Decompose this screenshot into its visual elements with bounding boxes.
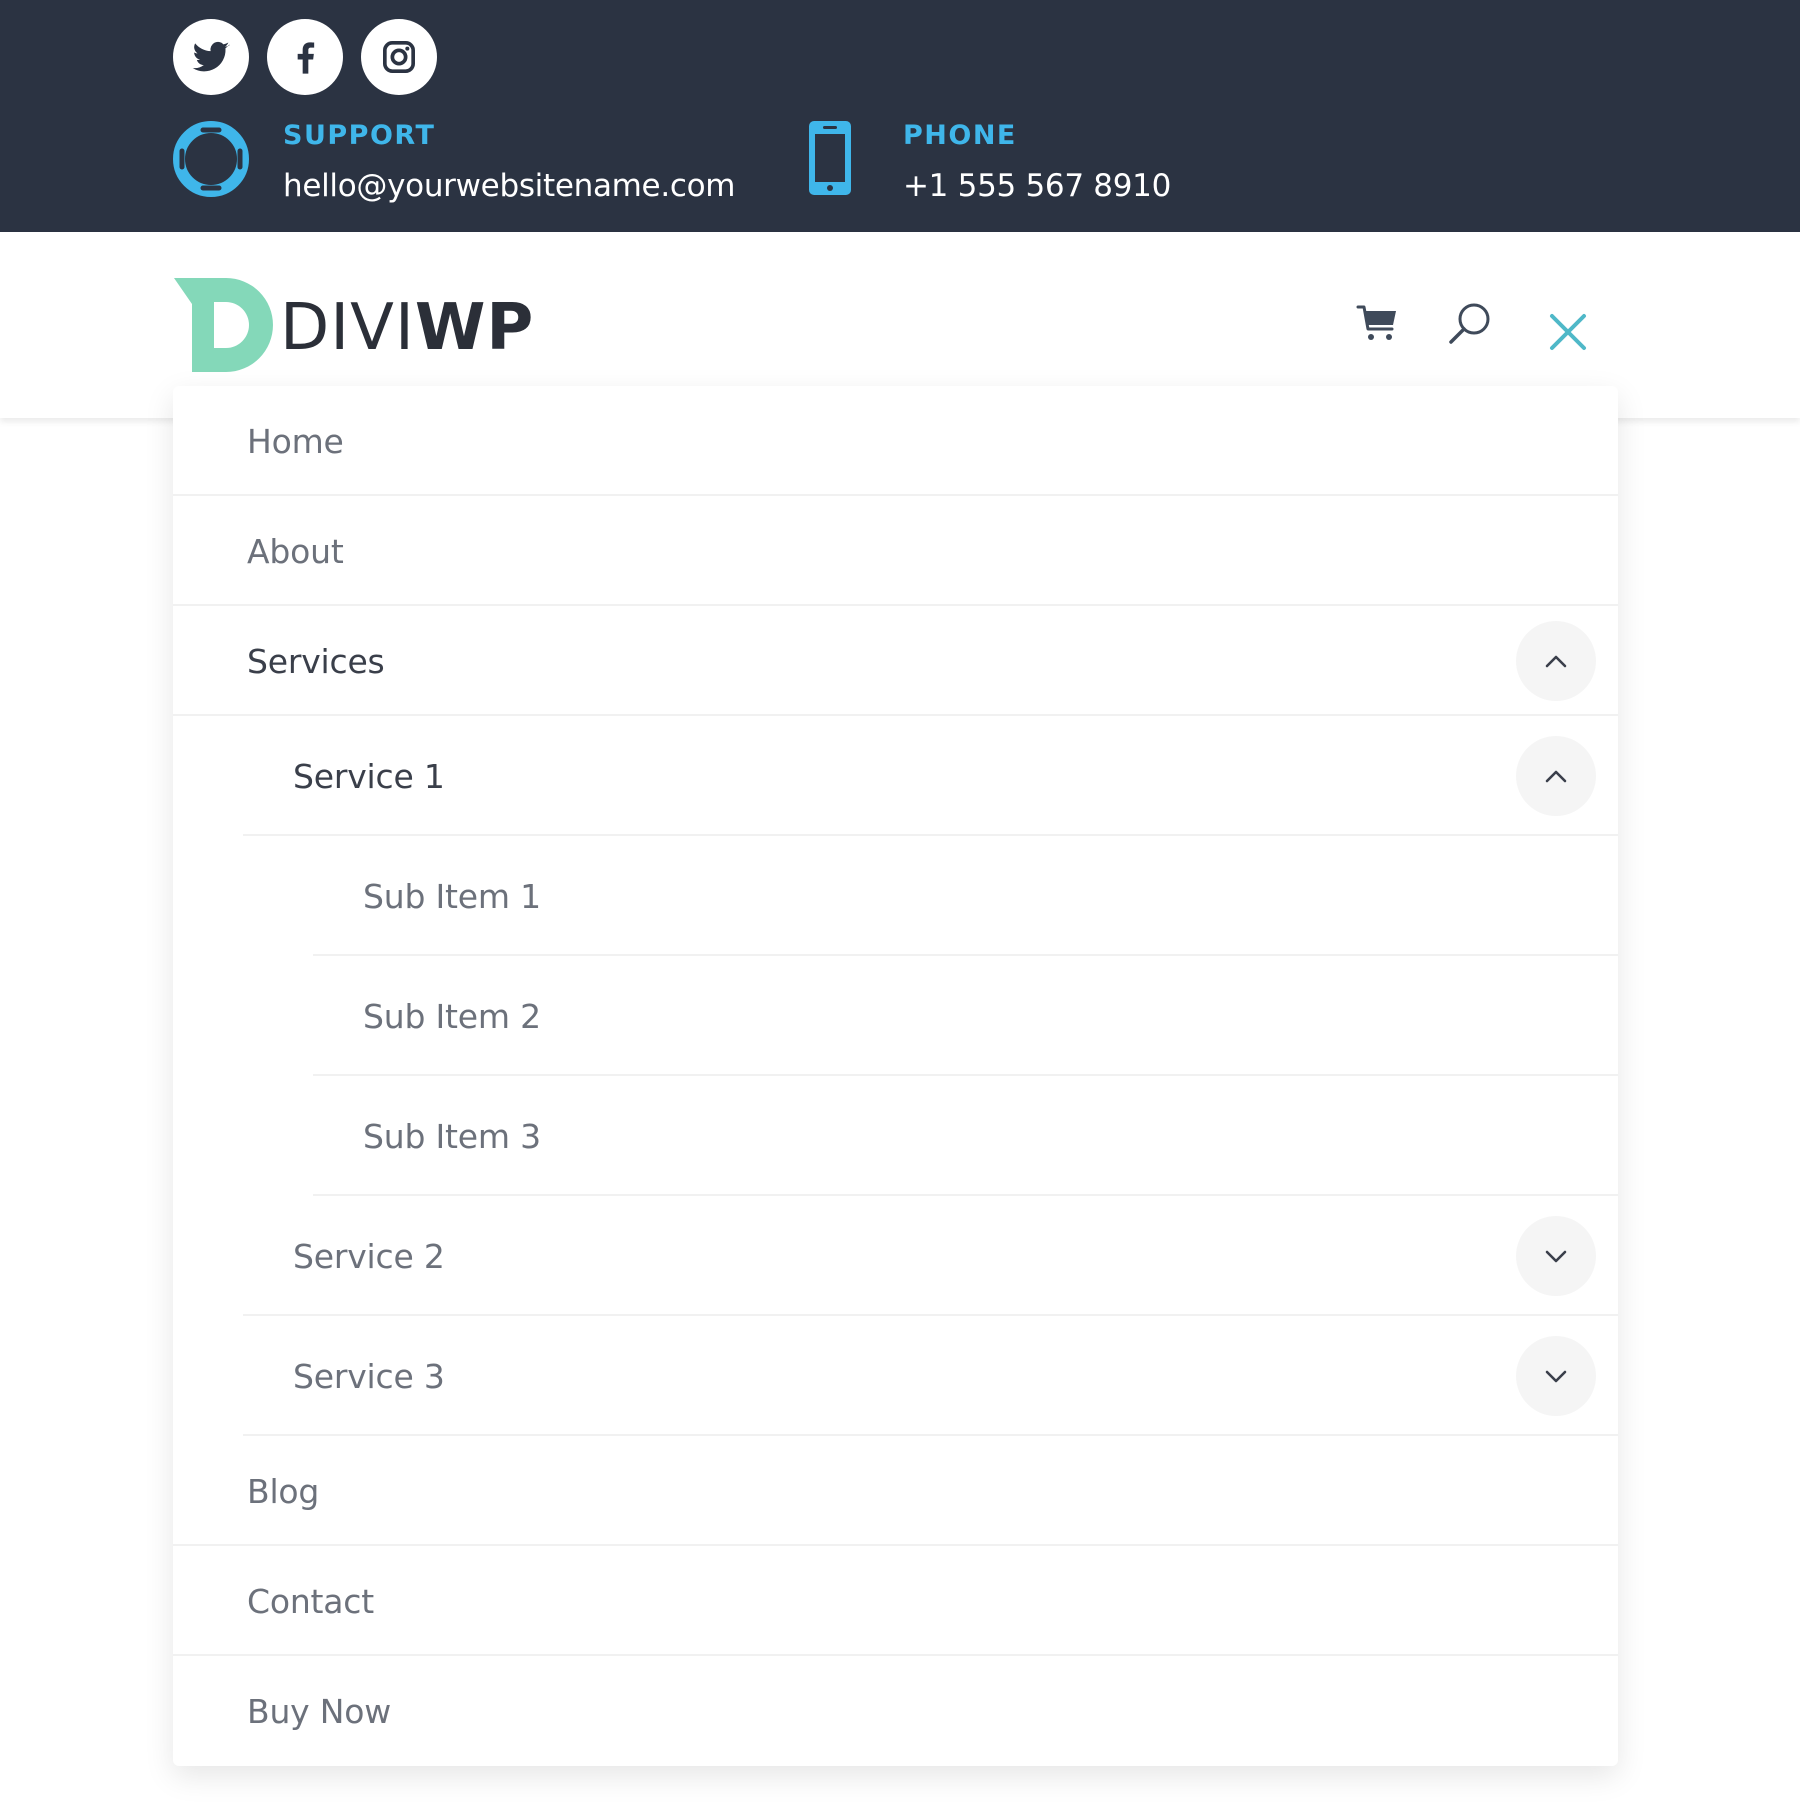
submenu-toggle-button[interactable] — [1516, 1336, 1596, 1416]
menu-item-label: Service 2 — [293, 1236, 445, 1276]
menu-item-label: Service 1 — [293, 756, 445, 796]
menu-item-contact[interactable]: Contact — [173, 1546, 1618, 1656]
life-ring-icon — [173, 121, 249, 197]
chevron-up-icon — [1545, 655, 1567, 668]
menu-item-service-3[interactable]: Service 3 — [173, 1316, 1618, 1436]
chevron-down-icon — [1545, 1250, 1567, 1263]
menu-item-sub-item-3[interactable]: Sub Item 3 — [173, 1076, 1618, 1196]
support-email[interactable]: hello@yourwebsitename.com — [283, 168, 735, 204]
menu-item-home[interactable]: Home — [173, 386, 1618, 496]
top-bar: SUPPORT hello@yourwebsitename.com PHONE … — [0, 0, 1800, 232]
submenu-toggle-button[interactable] — [1516, 736, 1596, 816]
menu-item-service-2[interactable]: Service 2 — [173, 1196, 1618, 1316]
cart-button[interactable] — [1355, 302, 1399, 344]
menu-item-services[interactable]: Services — [173, 606, 1618, 716]
menu-item-label: About — [247, 531, 344, 571]
facebook-icon — [297, 42, 315, 74]
chevron-down-icon — [1545, 1370, 1567, 1383]
menu-item-service-1[interactable]: Service 1 — [173, 716, 1618, 836]
phone-label: PHONE — [903, 120, 1017, 151]
menu-item-label: Home — [247, 421, 344, 461]
mobile-menu: Home About Services Service 1 Sub Item 1 Sub … — [173, 386, 1618, 1766]
menu-item-sub-item-1[interactable]: Sub Item 1 — [173, 836, 1618, 956]
facebook-link[interactable] — [267, 19, 343, 95]
instagram-icon — [383, 41, 415, 73]
menu-item-label: Service 3 — [293, 1356, 445, 1396]
search-icon — [1449, 303, 1490, 344]
menu-item-blog[interactable]: Blog — [173, 1436, 1618, 1546]
menu-item-label: Services — [247, 641, 385, 681]
menu-item-label: Sub Item 2 — [363, 996, 541, 1036]
chevron-up-icon — [1545, 770, 1567, 783]
menu-item-about[interactable]: About — [173, 496, 1618, 606]
menu-item-label: Contact — [247, 1581, 374, 1621]
site-logo[interactable]: DIVIWP — [174, 278, 534, 372]
logo-text: DIVIWP — [280, 291, 535, 365]
submenu-toggle-button[interactable] — [1516, 621, 1596, 701]
search-button[interactable] — [1446, 300, 1494, 348]
close-menu-button[interactable] — [1547, 311, 1589, 353]
menu-item-label: Buy Now — [247, 1691, 392, 1731]
menu-item-label: Blog — [247, 1471, 320, 1511]
twitter-link[interactable] — [173, 19, 249, 95]
menu-item-sub-item-2[interactable]: Sub Item 2 — [173, 956, 1618, 1076]
shopping-cart-icon — [1356, 305, 1396, 340]
support-label: SUPPORT — [283, 120, 436, 151]
logo-d-icon — [174, 278, 273, 372]
submenu-toggle-button[interactable] — [1516, 1216, 1596, 1296]
mobile-phone-icon — [809, 121, 851, 195]
phone-number[interactable]: +1 555 567 8910 — [903, 168, 1171, 204]
menu-item-label: Sub Item 1 — [363, 876, 541, 916]
menu-item-buy-now[interactable]: Buy Now — [173, 1656, 1618, 1766]
close-icon — [1550, 314, 1586, 350]
menu-item-label: Sub Item 3 — [363, 1116, 541, 1156]
instagram-link[interactable] — [361, 19, 437, 95]
twitter-icon — [192, 41, 230, 72]
